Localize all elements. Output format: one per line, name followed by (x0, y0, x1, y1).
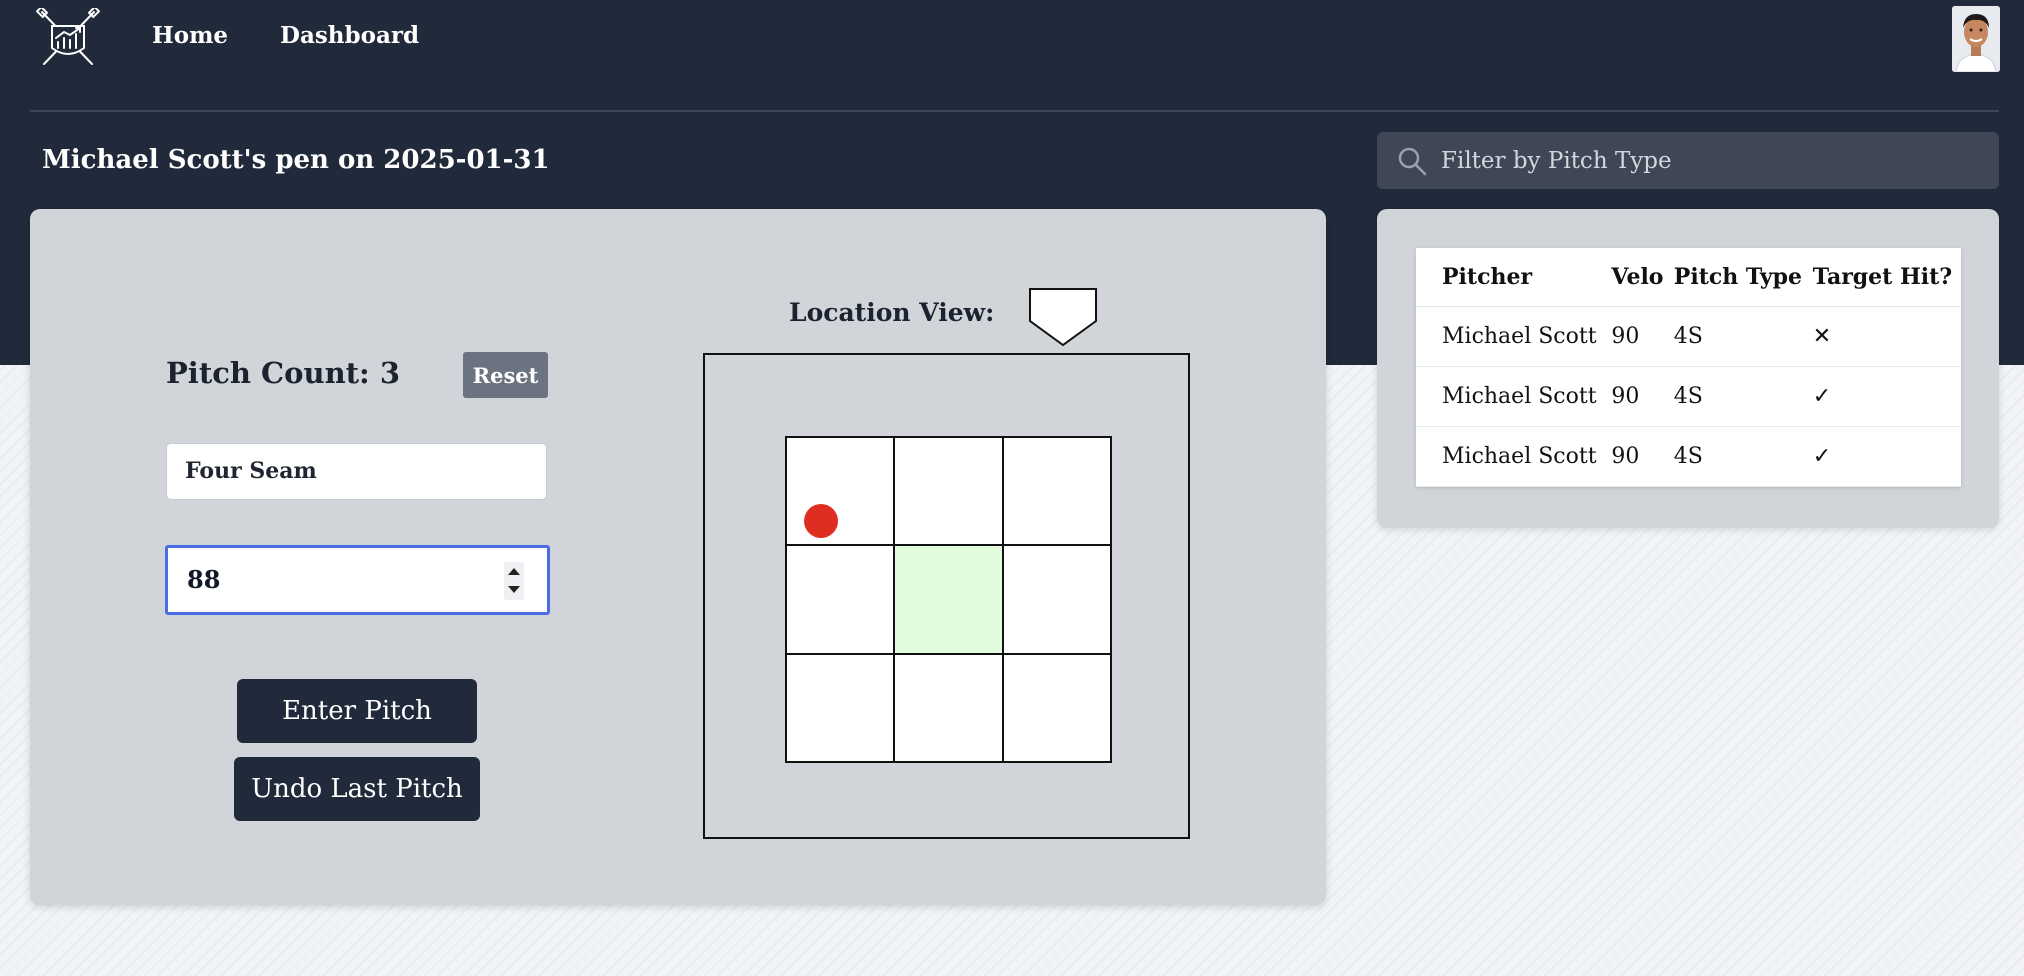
column-header-velo[interactable]: Velo (1597, 248, 1664, 307)
cell-pitcher: Michael Scott (1416, 426, 1598, 487)
zone-cell-middle-center-target[interactable] (895, 546, 1002, 653)
zone-cell-top-center[interactable] (895, 438, 1002, 545)
cell-pitcher: Michael Scott (1416, 366, 1598, 427)
zone-cell-middle-right[interactable] (1003, 546, 1110, 653)
cell-pitch-type: 4S (1663, 306, 1803, 367)
pitch-log-table: Pitcher Velo Pitch Type Target Hit? Mich… (1416, 248, 1961, 487)
cell-velo: 90 (1597, 426, 1664, 487)
column-header-target-hit[interactable]: Target Hit? (1802, 248, 1961, 307)
table-row[interactable]: Michael Scott 90 4S ✓ (1416, 426, 1961, 487)
increment-arrow-icon[interactable] (508, 568, 520, 575)
nav-divider (30, 110, 1999, 112)
pitch-location-marker[interactable] (804, 504, 838, 538)
cell-pitch-type: 4S (1663, 366, 1803, 427)
cell-pitch-type: 4S (1663, 426, 1803, 487)
home-plate-icon (1028, 287, 1098, 347)
pitch-type-filter[interactable] (1377, 132, 1999, 189)
zone-cell-top-left[interactable] (787, 438, 894, 545)
velocity-input[interactable]: 88 (165, 545, 550, 615)
cell-velo: 90 (1597, 366, 1664, 427)
pitch-log-card: Pitcher Velo Pitch Type Target Hit? Mich… (1377, 209, 1999, 528)
zone-cell-middle-left[interactable] (787, 546, 894, 653)
velocity-value: 88 (187, 565, 221, 594)
table-row[interactable]: Michael Scott 90 4S ✕ (1416, 306, 1961, 367)
column-header-pitch-type[interactable]: Pitch Type (1663, 248, 1803, 307)
table-header-row: Pitcher Velo Pitch Type Target Hit? (1416, 248, 1961, 307)
cell-velo: 90 (1597, 306, 1664, 367)
pitch-type-select[interactable]: Four Seam (166, 443, 547, 500)
zone-cell-bottom-center[interactable] (895, 654, 1002, 761)
column-header-pitcher[interactable]: Pitcher (1416, 248, 1598, 307)
undo-last-pitch-button[interactable]: Undo Last Pitch (234, 757, 480, 821)
velocity-stepper[interactable] (504, 562, 524, 600)
zone-cell-bottom-left[interactable] (787, 654, 894, 761)
avatar[interactable] (1952, 6, 2000, 72)
strike-zone-grid[interactable] (785, 436, 1112, 763)
location-view-label: Location View: (789, 298, 995, 327)
filter-input[interactable] (1441, 132, 1981, 189)
reset-button[interactable]: Reset (463, 352, 548, 398)
pitch-count: Pitch Count: 3 (166, 356, 401, 390)
decrement-arrow-icon[interactable] (508, 586, 520, 593)
search-icon (1397, 146, 1427, 176)
logo-icon[interactable] (35, 5, 101, 70)
enter-pitch-button[interactable]: Enter Pitch (237, 679, 477, 743)
zone-cell-bottom-right[interactable] (1003, 654, 1110, 761)
miss-x-icon: ✕ (1802, 306, 1961, 367)
cell-pitcher: Michael Scott (1416, 306, 1598, 367)
table-row[interactable]: Michael Scott 90 4S ✓ (1416, 366, 1961, 427)
hit-check-icon: ✓ (1802, 366, 1961, 427)
pitch-entry-card: Pitch Count: 3 Reset Four Seam 88 Enter … (30, 209, 1326, 905)
top-navigation: Home Dashboard (0, 0, 2024, 112)
nav-dashboard-link[interactable]: Dashboard (280, 22, 419, 49)
hit-check-icon: ✓ (1802, 426, 1961, 487)
nav-home-link[interactable]: Home (152, 22, 228, 49)
zone-cell-top-right[interactable] (1003, 438, 1110, 545)
session-title: Michael Scott's pen on 2025-01-31 (42, 145, 550, 175)
